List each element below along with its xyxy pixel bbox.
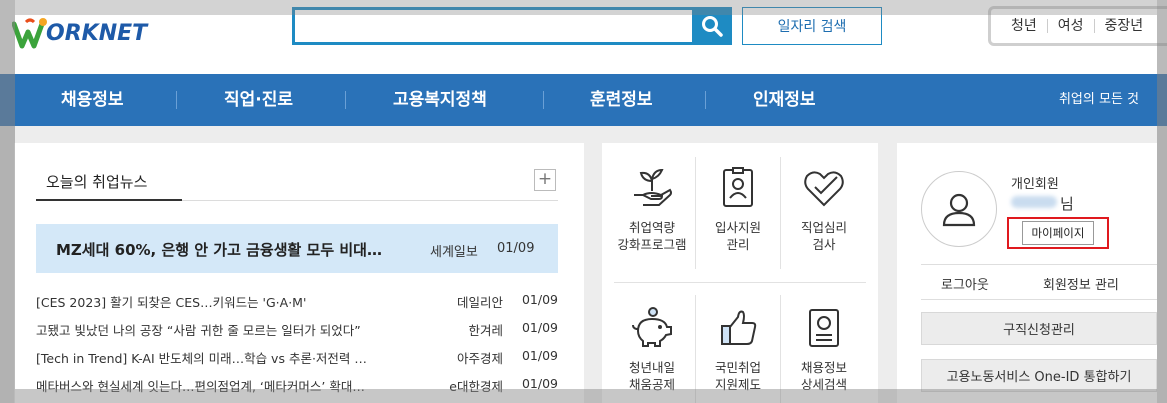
nav-separator (176, 91, 177, 109)
logout-link[interactable]: 로그아웃 (941, 274, 989, 293)
service-label: 국민취업 지원제도 (714, 360, 761, 392)
news-panel: 오늘의 취업뉴스 + MZ세대 60%, 은행 안 가고 금융생활 모두 비대…… (14, 143, 584, 403)
service-youth-savings[interactable]: 청년내일 채움공제 (608, 305, 696, 393)
member-type: 개인회원 (1011, 177, 1059, 192)
news-item[interactable]: 고됐고 빛났던 나의 공장 “사람 귀한 줄 모르는 일터가 되었다” 한겨레 … (36, 320, 558, 342)
mypage-button[interactable]: 마이페이지 (1021, 221, 1095, 245)
member-name-suffix: 님 (1060, 195, 1074, 213)
nav-separator (345, 91, 346, 109)
user-icon (942, 193, 976, 227)
search-icon (702, 16, 723, 37)
frame-border-top (15, 0, 1157, 15)
mypage-highlight: 마이페이지 (1007, 217, 1109, 249)
nav-item-talent[interactable]: 인재정보 (753, 74, 816, 126)
avatar (921, 171, 997, 247)
divider (921, 299, 1157, 300)
sprout-hand-icon (634, 168, 672, 206)
news-item[interactable]: [CES 2023] 활기 되찾은 CES…키워드는 'G·A·M' 데일리안 … (36, 292, 558, 314)
news-item-source: 한겨레 (468, 323, 503, 338)
headline-date: 01/09 (497, 241, 535, 256)
service-job-detail-search[interactable]: 채용정보 상세검색 (780, 305, 868, 393)
service-label: 취업역량 강화프로그램 (617, 220, 687, 252)
service-national-employment-support[interactable]: 국민취업 지원제도 (694, 305, 782, 393)
service-label: 청년내일 채움공제 (628, 360, 675, 392)
one-id-integration-button[interactable]: 고용노동서비스 One-ID 통합하기 (921, 359, 1157, 392)
service-aptitude-test[interactable]: 직업심리 검사 (780, 165, 868, 253)
news-item-source: 데일리안 (456, 295, 503, 310)
divider (614, 282, 866, 283)
news-item-title: [Tech in Trend] K-AI 반도체의 미래…학습 vs 추론·저전… (36, 351, 367, 366)
news-item-date: 01/09 (521, 292, 558, 307)
quick-link-women[interactable]: 여성 (1046, 19, 1094, 33)
news-more-button[interactable]: + (534, 169, 556, 191)
news-item-title: 고됐고 빛났던 나의 공장 “사람 귀한 줄 모르는 일터가 되었다” (36, 323, 361, 338)
document-detail-icon (809, 309, 839, 347)
services-panel: 취업역량 강화프로그램 입사지원 관리 직업심리 검사 청년내일 채움공제 국민… (602, 143, 878, 403)
service-label: 채용정보 상세검색 (800, 360, 847, 392)
logo-text: ORKNET (46, 21, 148, 46)
member-info-link[interactable]: 회원정보 관리 (1043, 274, 1119, 293)
news-item-source: 아주경제 (456, 351, 503, 366)
frame-border-bottom (15, 389, 1157, 403)
news-item-title: [CES 2023] 활기 되찾은 CES…키워드는 'G·A·M' (36, 295, 307, 310)
piggy-bank-icon (632, 307, 672, 347)
service-application-management[interactable]: 입사지원 관리 (694, 165, 782, 253)
nav-item-training[interactable]: 훈련정보 (590, 74, 653, 126)
news-item-date: 01/09 (521, 320, 558, 335)
tab-underline (36, 199, 182, 201)
headline-source: 세계일보 (430, 245, 478, 260)
nav-item-welfare-policy[interactable]: 고용복지정책 (393, 74, 487, 126)
quick-link-middle-aged[interactable]: 중장년 (1093, 19, 1154, 33)
divider (921, 264, 1157, 265)
service-employment-program[interactable]: 취업역량 강화프로그램 (608, 165, 696, 253)
heart-check-icon (804, 171, 844, 207)
headline-title: MZ세대 60%, 은행 안 가고 금융생활 모두 비대… (56, 241, 382, 259)
nav-separator (543, 91, 544, 109)
job-request-management-button[interactable]: 구직신청관리 (921, 312, 1157, 345)
news-section-title[interactable]: 오늘의 취업뉴스 (46, 171, 147, 192)
nav-separator (705, 91, 706, 109)
main-nav: 채용정보 직업·진로 고용복지정책 훈련정보 인재정보 취업의 모든 것 (0, 74, 1167, 126)
worknet-w-logo-icon (12, 18, 47, 49)
news-item-date: 01/09 (521, 348, 558, 363)
thumbs-up-icon (721, 310, 757, 345)
service-label: 입사지원 관리 (714, 220, 761, 252)
nav-item-job-info[interactable]: 채용정보 (61, 74, 124, 126)
news-item[interactable]: [Tech in Trend] K-AI 반도체의 미래…학습 vs 추론·저전… (36, 348, 558, 370)
service-label: 직업심리 검사 (800, 220, 847, 252)
id-card-icon (723, 167, 753, 207)
member-panel: 개인회원 님 마이페이지 로그아웃 회원정보 관리 구직신청관리 고용노동서비스… (897, 143, 1157, 403)
member-name-redacted (1011, 196, 1057, 208)
headline-news[interactable]: MZ세대 60%, 은행 안 가고 금융생활 모두 비대… 세계일보 01/09 (36, 224, 558, 273)
quick-link-youth[interactable]: 청년 (1007, 19, 1047, 33)
worknet-logo[interactable]: ORKNET (12, 16, 172, 50)
frame-border-left (0, 0, 15, 403)
nav-item-career[interactable]: 직업·진로 (224, 74, 293, 126)
nav-all-employment[interactable]: 취업의 모든 것 (1059, 74, 1139, 126)
frame-border-right (1157, 0, 1167, 403)
